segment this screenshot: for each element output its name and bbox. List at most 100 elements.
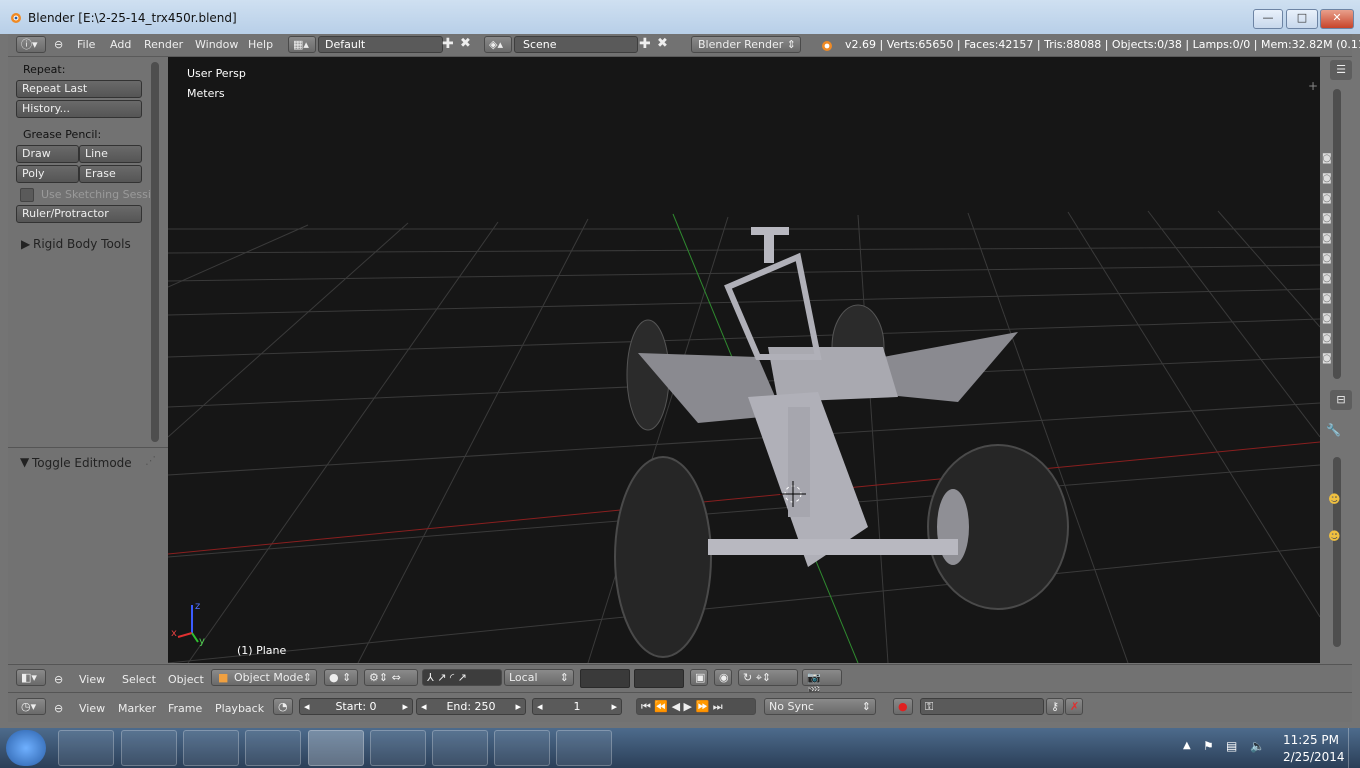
wrench-modifier-icon[interactable]: 🔧: [1326, 423, 1341, 437]
clock-date[interactable]: 2/25/2014: [1283, 750, 1345, 764]
maximize-button[interactable]: □: [1286, 9, 1318, 29]
screen-layout-field[interactable]: Default: [318, 36, 443, 53]
network-taskbar-icon[interactable]: [183, 730, 239, 766]
scene-selector[interactable]: ◈▴: [484, 36, 512, 53]
history-button[interactable]: History...: [16, 100, 142, 118]
transform-orientation-dropdown[interactable]: Local ⇕: [504, 669, 574, 686]
render-camera-icons[interactable]: ◙ ◙ ◙ ◙ ◙ ◙ ◙ ◙ ◙ ◙ ◙: [1322, 149, 1332, 369]
skype-taskbar-icon[interactable]: [432, 730, 488, 766]
editor-type-timeline-button[interactable]: ◷▾: [16, 698, 46, 715]
menu-playback[interactable]: Playback: [215, 702, 264, 715]
increment-arrow-icon[interactable]: ▸: [402, 699, 408, 714]
delete-keyframe-icon[interactable]: ✗: [1065, 698, 1083, 715]
sync-dropdown[interactable]: No Sync ⇕: [764, 698, 876, 715]
scene-field[interactable]: Scene: [514, 36, 638, 53]
lock-layers-icon[interactable]: ▣: [690, 669, 708, 686]
layer-buttons-group-1[interactable]: [580, 669, 630, 688]
repeat-last-button[interactable]: Repeat Last: [16, 80, 142, 98]
playback-controls[interactable]: ⏮ ⏪ ◀ ▶ ⏩ ⏭: [636, 698, 756, 715]
network-tray-icon[interactable]: ▤: [1226, 739, 1237, 753]
chrome-taskbar-icon[interactable]: [121, 730, 177, 766]
menu-file[interactable]: File: [77, 38, 95, 51]
close-button[interactable]: ✕: [1320, 9, 1354, 29]
record-button[interactable]: ●: [893, 698, 913, 715]
screen-layout-selector[interactable]: ▦▴: [288, 36, 316, 53]
photo-viewer-taskbar-icon[interactable]: [494, 730, 550, 766]
collapse-menu-icon[interactable]: ⊖: [54, 38, 63, 51]
menu-add[interactable]: Add: [110, 38, 131, 51]
current-frame-field[interactable]: ◂ 1 ▸: [532, 698, 622, 715]
preview-range-icon[interactable]: ◔: [273, 698, 293, 715]
3d-viewport[interactable]: User Persp Meters (1) Plane x y z +: [168, 57, 1320, 663]
render-engine-dropdown[interactable]: Blender Render ⇕: [691, 36, 801, 53]
outliner-icon[interactable]: ☰: [1330, 60, 1352, 80]
object-data-icon[interactable]: ☻: [1328, 529, 1341, 543]
grease-erase-button[interactable]: Erase: [79, 165, 142, 183]
use-sketching-checkbox[interactable]: [20, 188, 34, 202]
atv-model[interactable]: [614, 227, 1069, 658]
toggle-editmode-header[interactable]: Toggle Editmode: [32, 456, 132, 470]
toggle-editmode-collapse-icon[interactable]: ▼: [20, 455, 29, 469]
grease-line-button[interactable]: Line: [79, 145, 142, 163]
decrement-arrow-icon[interactable]: ◂: [421, 699, 427, 714]
rigid-body-tools-header[interactable]: Rigid Body Tools: [33, 237, 131, 251]
menu-view[interactable]: View: [79, 702, 105, 715]
menu-frame[interactable]: Frame: [168, 702, 202, 715]
editor-type-info-button[interactable]: ⓘ▾: [16, 36, 46, 53]
layer-buttons-group-2[interactable]: [634, 669, 684, 688]
viewport-shading-dropdown[interactable]: ● ⇕: [324, 669, 358, 686]
show-desktop-button[interactable]: [1348, 728, 1360, 768]
properties-editor-icon[interactable]: ⊟: [1330, 390, 1352, 410]
outliner-scrollbar[interactable]: [1333, 89, 1341, 379]
decrement-arrow-icon[interactable]: ◂: [537, 699, 543, 714]
properties-toggle-icon[interactable]: +: [1308, 79, 1318, 93]
pivot-and-manipulator-buttons[interactable]: ⚙⇕ ⇔: [364, 669, 418, 686]
internet-explorer-taskbar-icon[interactable]: [556, 730, 612, 766]
end-frame-field[interactable]: ◂ End: 250 ▸: [416, 698, 526, 715]
keying-set-field[interactable]: ⚿: [920, 698, 1044, 715]
menu-help[interactable]: Help: [248, 38, 273, 51]
control-panel-taskbar-icon[interactable]: [370, 730, 426, 766]
decrement-arrow-icon[interactable]: ◂: [304, 699, 310, 714]
menu-select[interactable]: Select: [122, 673, 156, 686]
drag-handle-icon[interactable]: ⋰: [145, 454, 156, 467]
start-button[interactable]: [6, 730, 46, 766]
menu-view[interactable]: View: [79, 673, 105, 686]
rigid-body-expand-icon[interactable]: ▶: [21, 237, 30, 251]
explorer-taskbar-icon[interactable]: [58, 730, 114, 766]
clock-time[interactable]: 11:25 PM: [1283, 733, 1339, 747]
add-scene-icon[interactable]: ✚: [639, 36, 651, 52]
grease-poly-button[interactable]: Poly: [16, 165, 79, 183]
menu-render[interactable]: Render: [144, 38, 183, 51]
action-center-icon[interactable]: ⚑: [1203, 739, 1214, 753]
manipulator-buttons[interactable]: ⅄ ↗ ◜ ↗: [422, 669, 502, 686]
object-data-icon[interactable]: ☻: [1328, 492, 1341, 506]
start-frame-field[interactable]: ◂ Start: 0 ▸: [299, 698, 413, 715]
mode-dropdown[interactable]: ■ Object Mode ⇕: [211, 669, 317, 686]
minimize-button[interactable]: —: [1253, 9, 1283, 29]
object-mode-icon: ■: [218, 671, 229, 684]
render-buttons[interactable]: 📷 🎬: [802, 669, 842, 699]
collapse-menu-icon[interactable]: ⊖: [54, 702, 63, 715]
ruler-protractor-button[interactable]: Ruler/Protractor: [16, 205, 142, 223]
grease-draw-button[interactable]: Draw: [16, 145, 79, 163]
tool-shelf-scrollbar[interactable]: [151, 62, 159, 442]
delete-scene-icon[interactable]: ✖: [657, 36, 668, 51]
show-hidden-icons-icon[interactable]: ▲: [1183, 740, 1191, 751]
menu-object[interactable]: Object: [168, 673, 204, 686]
increment-arrow-icon[interactable]: ▸: [515, 699, 521, 714]
properties-scrollbar[interactable]: [1333, 457, 1341, 647]
menu-window[interactable]: Window: [195, 38, 238, 51]
collapse-menu-icon[interactable]: ⊖: [54, 673, 63, 686]
increment-arrow-icon[interactable]: ▸: [611, 699, 617, 714]
add-screen-icon[interactable]: ✚: [442, 36, 454, 52]
menu-marker[interactable]: Marker: [118, 702, 156, 715]
insert-keyframe-icon[interactable]: ⚷: [1046, 698, 1064, 715]
proportional-edit-icon[interactable]: ◉: [714, 669, 732, 686]
volume-tray-icon[interactable]: 🔈: [1250, 739, 1265, 753]
editor-type-3d-button[interactable]: ◧▾: [16, 669, 46, 686]
snap-buttons[interactable]: ↻ ⌖⇕: [738, 669, 798, 686]
delete-screen-icon[interactable]: ✖: [460, 36, 471, 51]
steam-taskbar-icon[interactable]: [245, 730, 301, 766]
blender-taskbar-icon[interactable]: [308, 730, 364, 766]
